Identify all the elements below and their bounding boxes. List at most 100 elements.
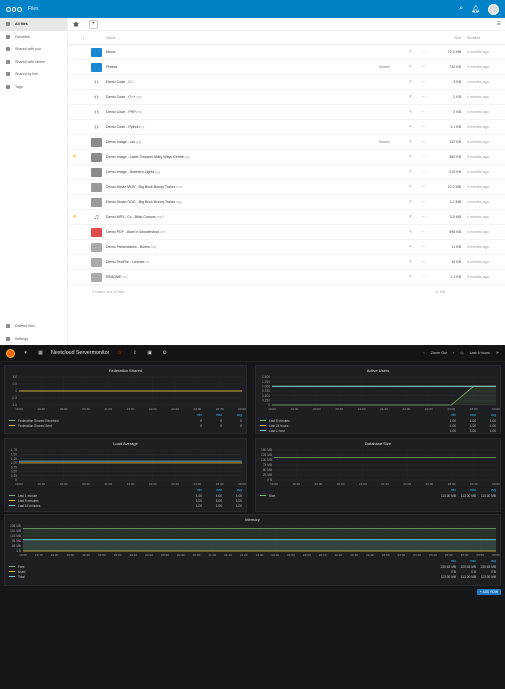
share-status[interactable]: Shared	[379, 65, 409, 69]
file-name[interactable]: Music	[106, 50, 379, 54]
file-row[interactable]: Demo Presentation - Boxes.key < ··· 11 KB 4 …	[68, 240, 505, 255]
sidebar-item[interactable]: Favorites	[0, 31, 67, 44]
file-row[interactable]: Demo TextFile - License.txt < ··· 35 KB 4 mo…	[68, 255, 505, 270]
sidebar-bottom-item[interactable]: Settings	[0, 333, 67, 346]
panel-title[interactable]: Memory	[5, 515, 500, 524]
legend-header-cell[interactable]: max	[460, 559, 476, 564]
back-icon[interactable]: ‹	[424, 351, 425, 355]
share-icon[interactable]: <	[409, 94, 412, 100]
file-name[interactable]: Demo PDF - Alice in Wonderland.pdf	[106, 230, 379, 234]
share-icon[interactable]: <	[409, 199, 412, 205]
more-actions-icon[interactable]: ···	[421, 154, 426, 160]
favorite-star-icon[interactable]: ★	[68, 214, 81, 220]
file-name[interactable]: Demo Code - Python.py	[106, 125, 379, 129]
share-icon[interactable]: ⇪	[130, 349, 139, 358]
more-actions-icon[interactable]: ···	[421, 109, 426, 115]
share-icon[interactable]: <	[409, 154, 412, 160]
file-row[interactable]: Demo Image - ccc.jpg Shared < ··· 132 KB 4 mo…	[68, 135, 505, 150]
sidebar-item[interactable]: Shared with others	[0, 56, 67, 69]
more-actions-icon[interactable]: ···	[421, 124, 426, 130]
legend-item[interactable]: Last 15 minutes 1.00 1.00 1.00	[5, 503, 246, 508]
legend-header-cell[interactable]: avg	[226, 413, 242, 418]
file-name[interactable]: Demo Image - ccc.jpg	[106, 140, 379, 144]
file-row[interactable]: ‹› Demo Code - C++.cpp < ··· 2 KB 4 months ag…	[68, 90, 505, 105]
legend-item[interactable]: Total 113.00 MB 113.00 MB 113.00 MB	[5, 574, 500, 579]
grafana-logo-icon[interactable]	[6, 348, 15, 358]
column-modified[interactable]: Modified	[467, 36, 505, 40]
star-icon[interactable]: ☆	[115, 349, 124, 358]
file-row[interactable]: ★ Demo Image - Laser Towards Milky Ways C…	[68, 150, 505, 165]
file-name[interactable]: Demo Code - C++.cpp	[106, 95, 379, 99]
legend-header-cell[interactable]: avg	[480, 413, 496, 418]
share-icon[interactable]: <	[409, 259, 412, 265]
save-icon[interactable]: ▣	[145, 349, 154, 358]
panel-title[interactable]: Federation Shared	[5, 366, 246, 375]
legend-header-cell[interactable]: avg	[480, 559, 496, 564]
share-icon[interactable]: <	[409, 214, 412, 220]
file-name[interactable]: Demo Movie MOV - Big Buck Bunny Trailer.…	[106, 185, 379, 189]
dashboard-grid-icon[interactable]: ▦	[36, 349, 45, 358]
share-icon[interactable]: <	[409, 139, 412, 145]
more-actions-icon[interactable]: ···	[421, 199, 426, 205]
share-icon[interactable]: <	[409, 79, 412, 85]
share-status[interactable]: Shared	[379, 140, 409, 144]
legend-header-cell[interactable]: min	[440, 488, 456, 493]
grid-view-icon[interactable]: ☰	[497, 21, 505, 27]
share-icon[interactable]: <	[409, 274, 412, 280]
file-row[interactable]: README.md < ··· 1.1 KB 4 months ago	[68, 270, 505, 285]
panel-active-users[interactable]: Active Users 1.500 1.250 1.000 0.750 0.500 0.2…	[255, 365, 501, 434]
nextcloud-logo[interactable]	[6, 5, 23, 13]
more-actions-icon[interactable]: ···	[421, 139, 426, 145]
avatar[interactable]	[488, 3, 499, 15]
legend-header-cell[interactable]: avg	[480, 488, 496, 493]
panel-federation-shared[interactable]: Federation Shared 1.0 0.5 0 -0.5 -1.0 19:00 19:…	[4, 365, 247, 434]
time-range-picker[interactable]: Last 6 hours	[470, 351, 490, 355]
share-icon[interactable]: <	[409, 244, 412, 250]
notifications-icon[interactable]: 🔔︎	[471, 5, 480, 13]
share-icon[interactable]: <	[409, 64, 412, 70]
sidebar-item[interactable]: Shared with you	[0, 43, 67, 56]
select-all-checkbox[interactable]: ▢	[81, 36, 91, 40]
column-size[interactable]: Size	[435, 36, 467, 40]
legend-header-cell[interactable]: min	[440, 559, 456, 564]
file-row[interactable]: Music < ··· 70.3 MB 4 months ago	[68, 45, 505, 60]
more-actions-icon[interactable]: ···	[421, 184, 426, 190]
sidebar-bottom-item[interactable]: Deleted files	[0, 320, 67, 333]
column-name[interactable]: Name	[106, 36, 435, 40]
file-name[interactable]: Demo MP3 - Cc - Blick Cursors.mp3	[106, 215, 379, 219]
legend-header-cell[interactable]: avg	[226, 488, 242, 493]
forward-icon[interactable]: ›	[453, 351, 454, 355]
legend-item[interactable]: Federation Shared Sent 0 0 0	[5, 423, 246, 428]
file-row[interactable]: ‹› Demo Code - Python.py < ··· 1.1 KB 4 month…	[68, 120, 505, 135]
panel-load-average[interactable]: Load Average 1.75 1.50 1.25 1.00 0.75 0.50 0.25…	[4, 438, 247, 512]
share-icon[interactable]: <	[409, 124, 412, 130]
share-icon[interactable]: <	[409, 109, 412, 115]
favorite-star-icon[interactable]: ★	[68, 154, 81, 160]
file-name[interactable]: Demo Code - PHP.php	[106, 110, 379, 114]
file-name[interactable]: Demo TextFile - License.txt	[106, 260, 379, 264]
more-actions-icon[interactable]: ···	[421, 94, 426, 100]
more-actions-icon[interactable]: ···	[421, 79, 426, 85]
more-actions-icon[interactable]: ···	[421, 274, 426, 280]
file-row[interactable]: Demo Movie OGG - Big Buck Bunny Trailer.…	[68, 195, 505, 210]
file-row[interactable]: Photos Shared < ··· 732 KB 4 months ago	[68, 60, 505, 75]
legend-item[interactable]: Last 1 hour 1.00 1.00 1.00	[256, 428, 500, 433]
legend-header-cell[interactable]: max	[206, 488, 222, 493]
legend-header-cell[interactable]: min	[440, 413, 456, 418]
file-row[interactable]: ★ ♫ Demo MP3 - Cc - Blick Cursors.mp3 < ··· 3…	[68, 210, 505, 225]
panel-database-size[interactable]: Database Size 150 MB 125 MB 100 MB 75 MB 50 M…	[255, 438, 501, 512]
panel-memory[interactable]: Memory 238 MB 191 MB 143 MB 95 MB 48 MB 0 B 19:…	[4, 514, 501, 586]
file-name[interactable]: Demo Code - C.c	[106, 80, 379, 84]
file-name[interactable]: Demo Presentation - Boxes.key	[106, 245, 379, 249]
file-name[interactable]: Demo Image - Northern Lights.jpg	[106, 170, 379, 174]
more-actions-icon[interactable]: ···	[421, 64, 426, 70]
search-icon[interactable]: ⌕	[459, 5, 463, 13]
share-icon[interactable]: <	[409, 229, 412, 235]
dashboard-title[interactable]: Nextcloud Servermonitor	[51, 350, 109, 356]
legend-header-cell[interactable]: max	[206, 413, 222, 418]
add-row-button[interactable]: + ADD ROW	[477, 589, 501, 595]
share-icon[interactable]: <	[409, 184, 412, 190]
legend-header-cell[interactable]: max	[460, 413, 476, 418]
share-icon[interactable]: <	[409, 49, 412, 55]
panel-title[interactable]: Database Size	[256, 439, 500, 448]
